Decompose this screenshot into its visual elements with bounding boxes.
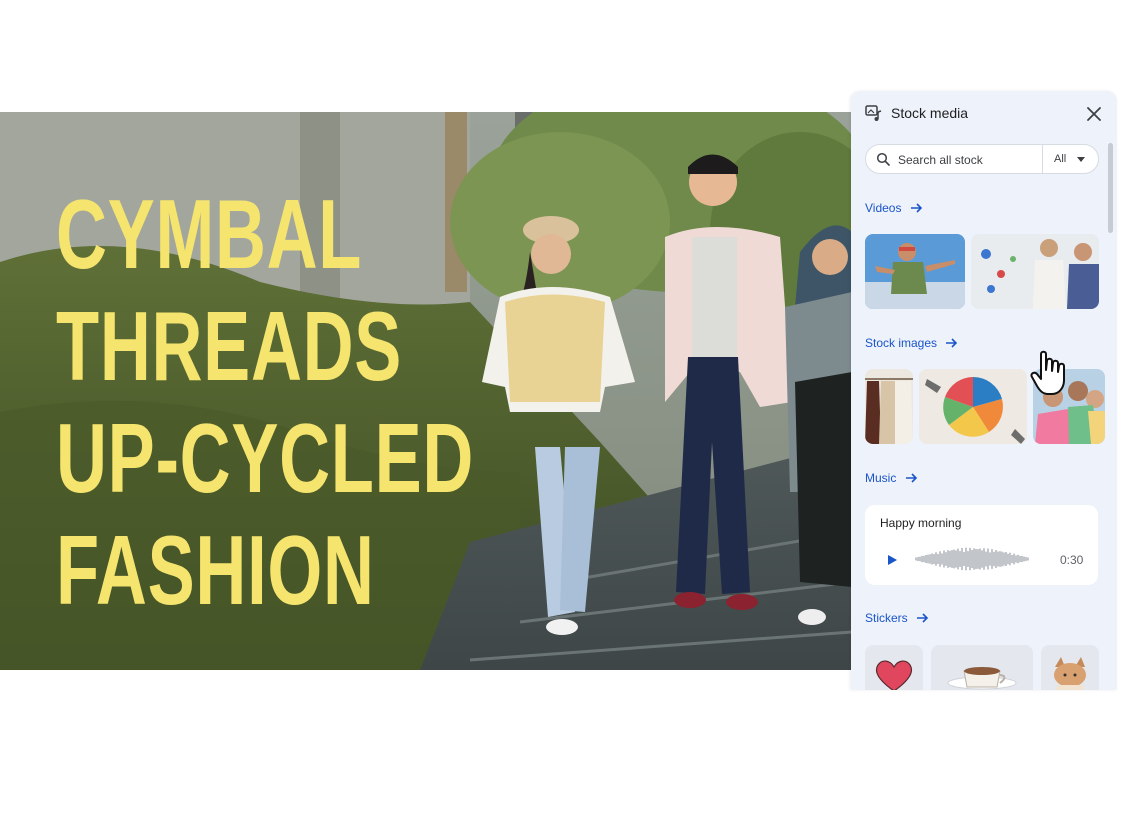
- stock-images-section-link[interactable]: Stock images: [865, 336, 958, 350]
- stock-image-thumbnail-image: [865, 369, 913, 444]
- heart-icon: [875, 660, 913, 690]
- search-icon: [876, 152, 890, 166]
- hero-title-line-2: THREADS: [56, 291, 403, 401]
- videos-section-link[interactable]: Videos: [865, 201, 923, 215]
- arrow-right-icon: [905, 473, 917, 483]
- track-title: Happy morning: [880, 516, 962, 530]
- stock-image-thumbnail[interactable]: [919, 369, 1027, 444]
- slide-canvas[interactable]: CYMBAL THREADS UP-CYCLED FASHION: [0, 112, 852, 670]
- videos-label: Videos: [865, 201, 902, 215]
- sticker-thumbnail[interactable]: [1041, 645, 1099, 690]
- stock-media-panel: Stock media All Videos: [851, 91, 1117, 690]
- hero-title-line-4: FASHION: [56, 515, 375, 625]
- music-section-link[interactable]: Music: [865, 471, 918, 485]
- video-thumbnail[interactable]: [865, 234, 965, 309]
- stock-images-label: Stock images: [865, 336, 938, 350]
- arrow-right-icon: [910, 203, 922, 213]
- coffee-cup-icon: [947, 667, 1017, 690]
- search-input[interactable]: [896, 149, 1050, 171]
- stickers-section-link[interactable]: Stickers: [865, 611, 929, 625]
- stock-media-icon: [865, 105, 882, 121]
- waveform-icon: [915, 547, 1029, 571]
- hand-pointer-cursor-icon: [1030, 350, 1065, 395]
- arrow-right-icon: [917, 613, 929, 623]
- play-icon[interactable]: [888, 555, 897, 565]
- stickers-label: Stickers: [865, 611, 908, 625]
- video-thumbnail-image: [865, 234, 965, 309]
- panel-scrollbar[interactable]: [1108, 143, 1113, 233]
- close-icon[interactable]: [1083, 103, 1105, 125]
- cat-icon: [1054, 657, 1086, 690]
- media-type-filter[interactable]: All: [1043, 145, 1098, 173]
- panel-header: Stock media: [851, 91, 1117, 135]
- hero-title-line-1: CYMBAL: [56, 179, 363, 289]
- hero-title: CYMBAL THREADS UP-CYCLED FASHION: [56, 178, 474, 626]
- search-field: All: [865, 144, 1099, 174]
- stock-image-thumbnail-image: [919, 369, 1027, 444]
- music-track-card[interactable]: Happy morning 0:30: [865, 505, 1098, 585]
- filter-label: All: [1054, 153, 1067, 165]
- arrow-right-icon: [946, 338, 958, 348]
- sticker-thumbnail[interactable]: [865, 645, 923, 690]
- music-label: Music: [865, 471, 897, 485]
- caret-down-icon: [1077, 157, 1085, 162]
- video-thumbnail[interactable]: [971, 234, 1099, 309]
- sticker-thumbnail[interactable]: [931, 645, 1033, 690]
- track-duration: 0:30: [1060, 553, 1084, 567]
- panel-title: Stock media: [891, 105, 969, 121]
- stock-image-thumbnail[interactable]: [865, 369, 913, 444]
- hero-title-line-3: UP-CYCLED: [56, 403, 475, 513]
- video-thumbnail-image: [971, 234, 1099, 309]
